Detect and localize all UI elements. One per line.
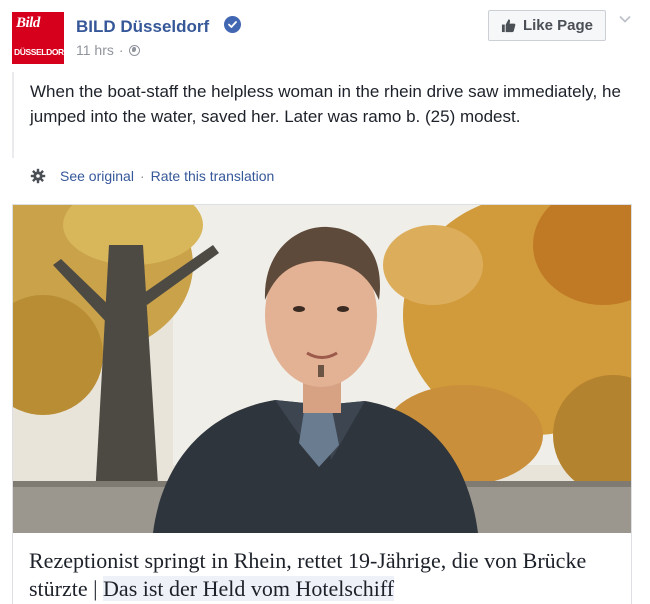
- meta-separator: ·: [118, 42, 124, 58]
- avatar-logo-text: Bild: [16, 15, 40, 31]
- page-name-link[interactable]: BILD Düsseldorf: [76, 17, 209, 37]
- facebook-post: Bild DÜSSELDORF BILD Düsseldorf 11 hrs · …: [0, 0, 650, 604]
- attachment-headline[interactable]: Rezeptionist springt in Rhein, rettet 19…: [29, 547, 629, 603]
- post-meta: 11 hrs ·: [76, 42, 140, 58]
- verified-badge-icon: [224, 16, 241, 33]
- like-page-label: Like Page: [522, 17, 594, 34]
- thumbs-up-icon: [501, 19, 516, 33]
- translation-separator: ·: [139, 168, 145, 184]
- attachment-photo[interactable]: [13, 205, 631, 533]
- globe-icon[interactable]: [128, 45, 140, 56]
- like-page-button[interactable]: Like Page: [488, 10, 606, 41]
- see-original-link[interactable]: See original: [60, 168, 134, 184]
- translation-quote-bar: [12, 72, 14, 158]
- headline-part-2: Das ist der Held vom Hotelschiff: [103, 576, 395, 601]
- rate-translation-link[interactable]: Rate this translation: [151, 168, 275, 184]
- link-attachment[interactable]: Rezeptionist springt in Rhein, rettet 19…: [12, 204, 632, 604]
- hero-photo-image: [13, 205, 631, 533]
- avatar-city-text: DÜSSELDORF: [14, 47, 69, 57]
- chevron-down-icon[interactable]: [618, 12, 632, 26]
- page-avatar[interactable]: Bild DÜSSELDORF: [12, 12, 69, 64]
- post-text: When the boat-staff the helpless woman i…: [30, 82, 621, 126]
- post-timestamp[interactable]: 11 hrs: [76, 42, 114, 58]
- gear-icon[interactable]: [30, 168, 46, 184]
- translation-row: See original · Rate this translation: [30, 168, 274, 184]
